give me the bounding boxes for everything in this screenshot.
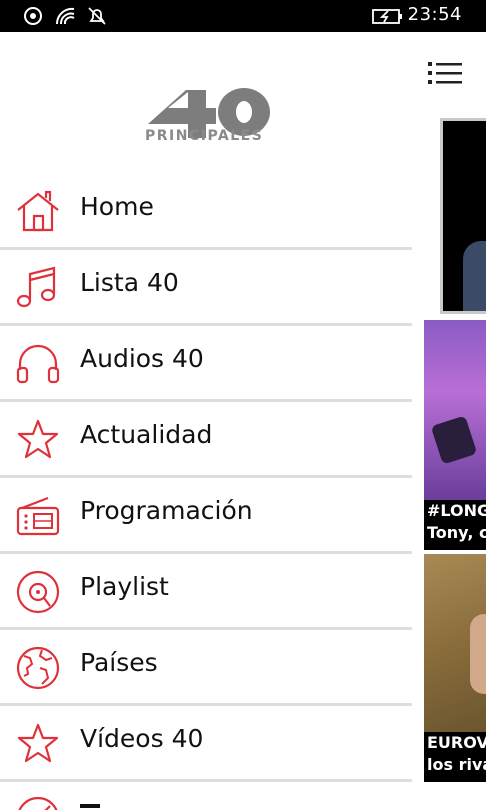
menu-item-programacion[interactable]: Programación xyxy=(0,478,412,554)
menu-item-label: Audios 40 xyxy=(80,344,204,373)
menu-item-label: Lista 40 xyxy=(80,268,179,297)
caption-line: los riva xyxy=(427,755,486,774)
bell-muted-icon xyxy=(88,7,106,25)
clock: 23:54 xyxy=(407,4,462,25)
caption-line: EUROV xyxy=(427,733,486,752)
menu-item-label: Países xyxy=(80,648,158,677)
image-subject xyxy=(463,241,486,311)
home-icon xyxy=(17,190,59,232)
vinyl-icon xyxy=(16,570,60,614)
menu-item-label: Actualidad xyxy=(80,420,213,449)
location-icon xyxy=(24,7,42,25)
wifi-icon xyxy=(55,7,75,25)
menu-item-videos-40[interactable]: Vídeos 40 xyxy=(0,706,412,782)
music-note-icon xyxy=(16,266,56,308)
menu-item-audios-40[interactable]: Audios 40 xyxy=(0,326,412,402)
featured-image[interactable] xyxy=(440,118,486,314)
menu-item-label: Programación xyxy=(80,496,253,525)
navigation-drawer: PRINCIPALES Home Lista 40 Audios 40 Actu… xyxy=(0,32,414,810)
news-card-caption-2[interactable]: EUROV los riva xyxy=(424,732,486,782)
news-card-image-2[interactable] xyxy=(424,554,486,732)
hamburger-menu-icon[interactable] xyxy=(428,58,464,88)
star-icon xyxy=(17,419,59,459)
menu-item-label: Playlist xyxy=(80,572,169,601)
image-subject xyxy=(470,614,486,694)
news-card-image-1[interactable] xyxy=(424,320,486,500)
partial-label-fragment xyxy=(80,804,100,808)
caption-line: Tony, c xyxy=(427,523,486,542)
status-bar: 23:54 xyxy=(0,0,486,32)
radio-icon xyxy=(16,496,60,536)
menu-item-paises[interactable]: Países xyxy=(0,630,412,706)
menu-item-label: Home xyxy=(80,192,154,221)
menu-item-playlist[interactable]: Playlist xyxy=(0,554,412,630)
headphones-icon xyxy=(16,344,60,384)
menu-item-partial[interactable] xyxy=(0,790,412,810)
news-card-caption-1[interactable]: #LONG Tony, c xyxy=(424,500,486,550)
menu-item-label: Vídeos 40 xyxy=(80,724,204,753)
caption-line: #LONG xyxy=(427,501,486,520)
star-icon xyxy=(17,723,59,763)
image-subject xyxy=(430,415,478,465)
globe-icon xyxy=(16,646,60,690)
logo-text: PRINCIPALES xyxy=(145,128,264,144)
menu-item-lista-40[interactable]: Lista 40 xyxy=(0,250,412,326)
menu-item-actualidad[interactable]: Actualidad xyxy=(0,402,412,478)
battery-charging-icon xyxy=(372,9,402,24)
menu-item-home[interactable]: Home xyxy=(0,174,412,250)
partial-icon xyxy=(18,796,58,810)
